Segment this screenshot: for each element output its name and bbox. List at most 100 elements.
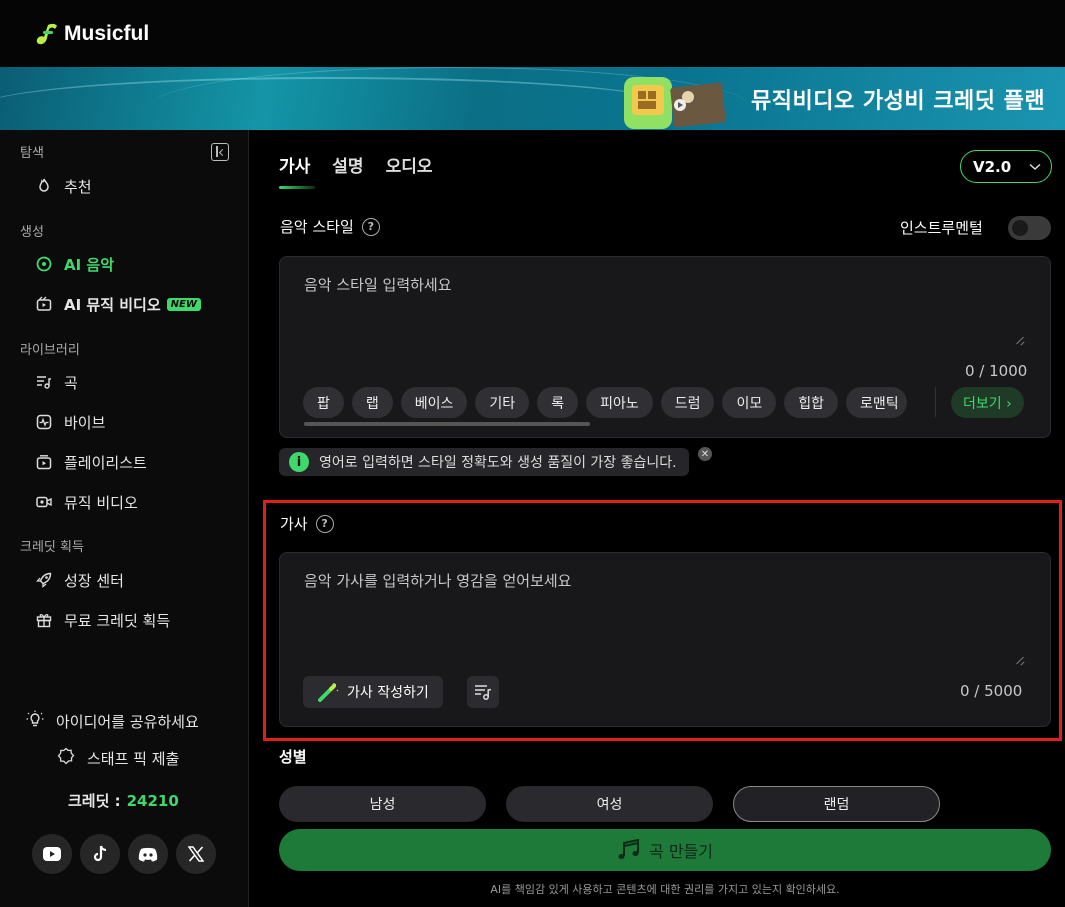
section-earn-credits-label: 크레딧 획득 (20, 540, 84, 555)
sidebar-item-label: AI 음악 (64, 255, 115, 274)
banner-text: 뮤직비디오 가성비 크레딧 플랜 (751, 89, 1046, 114)
more-styles-button[interactable]: 더보기 › (951, 387, 1024, 418)
music-style-label: 음악 스타일 (280, 218, 354, 236)
sidebar-item-label: 곡 (64, 373, 78, 392)
share-idea-label: 아이디어를 공유하세요 (56, 712, 199, 731)
version-value: V2.0 (973, 157, 1012, 176)
tab-audio[interactable]: 오디오 (386, 152, 433, 177)
style-chip[interactable]: 팝 (303, 387, 344, 418)
chips-scrollbar[interactable] (304, 422, 590, 426)
sidebar-item-label: 바이브 (64, 413, 106, 432)
lyrics-counter: 0 / 5000 (960, 682, 1023, 700)
sidebar-item-label: AI 뮤직 비디오 (64, 295, 161, 314)
badge-star-icon (57, 747, 75, 769)
resize-handle[interactable] (1017, 336, 1025, 344)
chevron-down-icon (1029, 163, 1041, 170)
lyrics-placeholder: 음악 가사를 입력하거나 영감을 얻어보세요 (304, 572, 572, 590)
new-badge: NEW (166, 297, 201, 311)
share-idea-link[interactable]: 아이디어를 공유하세요 (26, 710, 199, 732)
sidebar-item-ai-music-video[interactable]: AI 뮤직 비디오 NEW (36, 292, 201, 316)
tab-description[interactable]: 설명 (332, 152, 363, 177)
section-library-label: 라이브러리 (20, 343, 80, 358)
style-chip[interactable]: 이모 (722, 387, 777, 418)
tiktok-button[interactable] (80, 834, 120, 874)
app-logo[interactable]: Musicful (36, 22, 149, 46)
sidebar-item-playlist[interactable]: 플레이리스트 (36, 450, 147, 474)
video-clip-icon (36, 296, 52, 312)
write-lyrics-label: 가사 작성하기 (347, 685, 429, 701)
style-chip[interactable]: 랩 (351, 387, 393, 418)
lyrics-label-row: 가사 ? (280, 513, 334, 534)
disclaimer-text: AI를 책임감 있게 사용하고 콘텐츠에 대한 권리를 가지고 있는지 확인하세… (490, 883, 840, 896)
help-icon[interactable]: ? (315, 514, 334, 533)
create-song-label: 곡 만들기 (649, 842, 713, 861)
style-chip[interactable]: 기타 (475, 387, 530, 418)
lyrics-label: 가사 (280, 515, 308, 533)
version-select[interactable]: V2.0 (960, 150, 1052, 183)
chips-divider (935, 387, 936, 417)
instrumental-label: 인스트루멘털 (900, 219, 983, 237)
sidebar-item-music-video[interactable]: 뮤직 비디오 (36, 490, 138, 514)
sidebar-item-label: 뮤직 비디오 (64, 493, 138, 512)
playlist-icon (36, 454, 52, 470)
sidebar-item-free-credits[interactable]: 무료 크레딧 획득 (36, 608, 170, 632)
style-chip[interactable]: 드럼 (660, 387, 715, 418)
submit-staff-pick-link[interactable]: 스태프 픽 제출 (57, 747, 179, 769)
gender-random-button[interactable]: 랜덤 (733, 786, 940, 822)
lyrics-template-button[interactable] (467, 676, 499, 708)
fire-icon (36, 178, 52, 194)
music-style-placeholder: 음악 스타일 입력하세요 (304, 276, 452, 294)
tip-text: 영어로 입력하면 스타일 정확도와 생성 품질이 가장 좋습니다. (319, 455, 677, 471)
sidebar-item-label: 성장 센터 (64, 571, 124, 590)
style-chips: 팝 랩 베이스 기타 록 피아노 드럼 이모 힙합 로맨틱 (303, 387, 907, 418)
gift-icon (36, 612, 52, 628)
gender-female-button[interactable]: 여성 (506, 786, 713, 822)
discord-button[interactable] (128, 834, 168, 874)
sidebar-item-label: 추천 (64, 177, 92, 196)
discord-icon (138, 847, 158, 861)
tiktok-icon (93, 845, 107, 862)
collapse-sidebar-button[interactable] (211, 143, 229, 161)
magic-wand-icon (318, 683, 339, 702)
style-chip[interactable]: 록 (537, 387, 579, 418)
sidebar-item-label: 무료 크레딧 획득 (64, 611, 171, 630)
lightbulb-icon (26, 710, 44, 732)
close-icon[interactable]: ✕ (698, 447, 712, 461)
x-icon (188, 846, 204, 862)
section-explore-label: 탐색 (20, 146, 44, 161)
write-lyrics-button[interactable]: 가사 작성하기 (303, 676, 443, 708)
style-chip[interactable]: 로맨틱 (846, 387, 907, 418)
language-tip: i 영어로 입력하면 스타일 정확도와 생성 품질이 가장 좋습니다. (279, 448, 689, 476)
pulse-icon (36, 414, 52, 430)
style-chip[interactable]: 힙합 (784, 387, 839, 418)
help-icon[interactable]: ? (361, 217, 380, 236)
banner-illustration-icon (624, 77, 726, 129)
app-name: Musicful (64, 21, 150, 45)
instrumental-toggle[interactable] (1008, 216, 1051, 240)
section-create-label: 생성 (20, 225, 44, 240)
song-list-icon (36, 374, 52, 390)
sidebar-item-songs[interactable]: 곡 (36, 370, 78, 394)
top-bar: Musicful (0, 0, 1065, 67)
musicful-logo-icon (36, 23, 57, 44)
youtube-icon (43, 847, 61, 861)
sidebar-item-growth-center[interactable]: 성장 센터 (36, 568, 124, 592)
sidebar-item-recommend[interactable]: 추천 (36, 174, 92, 198)
sidebar-item-label: 플레이리스트 (64, 453, 147, 472)
gender-male-button[interactable]: 남성 (279, 786, 486, 822)
sidebar-item-ai-music[interactable]: AI 음악 (36, 252, 114, 276)
promo-banner[interactable]: 뮤직비디오 가성비 크레딧 플랜 (0, 67, 1065, 130)
tab-lyrics[interactable]: 가사 (279, 152, 310, 177)
music-notes-icon (618, 839, 640, 859)
mode-tabs: 가사 설명 오디오 (279, 152, 432, 177)
gender-label: 성별 (279, 748, 307, 766)
music-style-counter: 0 / 1000 (965, 362, 1028, 380)
resize-handle[interactable] (1017, 656, 1025, 664)
create-song-button[interactable]: 곡 만들기 (279, 829, 1051, 871)
style-chip[interactable]: 피아노 (586, 387, 653, 418)
style-chip[interactable]: 베이스 (400, 387, 468, 418)
staff-pick-label: 스태프 픽 제출 (87, 749, 180, 768)
sidebar-item-vibe[interactable]: 바이브 (36, 410, 105, 434)
x-button[interactable] (176, 834, 216, 874)
youtube-button[interactable] (32, 834, 72, 874)
